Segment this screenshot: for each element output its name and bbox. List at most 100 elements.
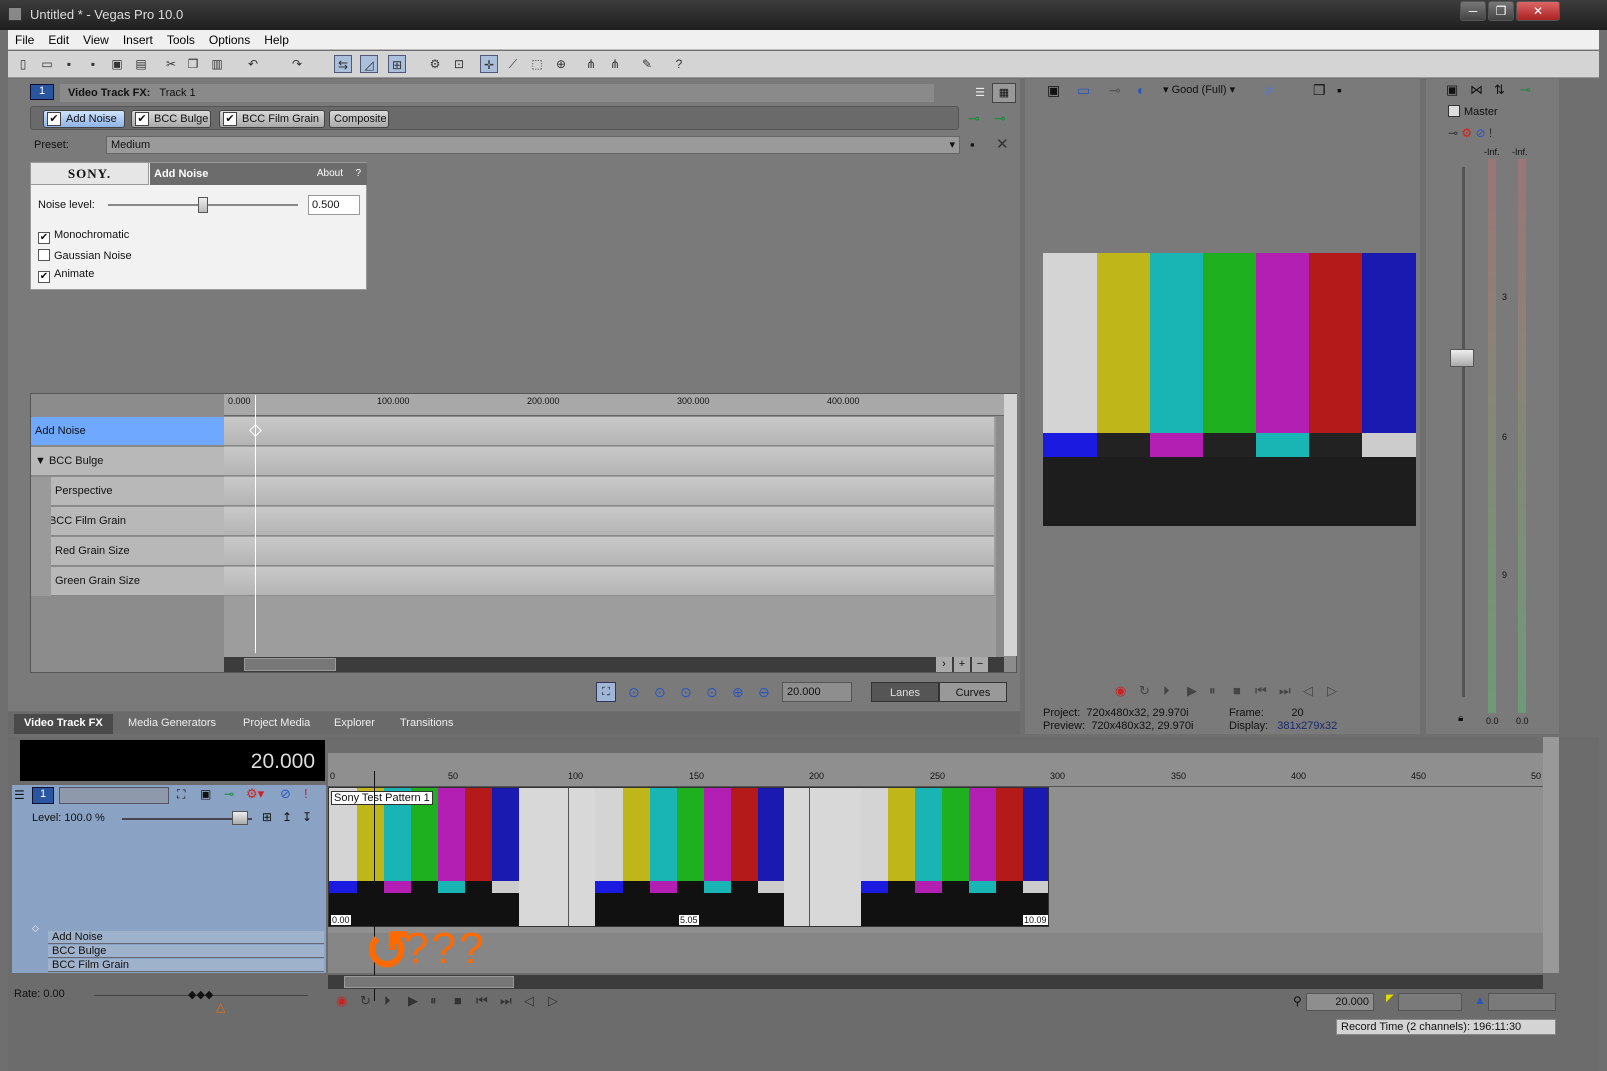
menu-tools[interactable]: Tools: [160, 30, 202, 49]
pause-icon[interactable]: ⏸: [430, 993, 437, 1009]
quality-dropdown[interactable]: ▾ Good (Full) ▾: [1163, 83, 1235, 96]
chain-checkbox[interactable]: ✔: [47, 112, 61, 126]
keyframe-ruler[interactable]: 0.000 100.000 200.000 300.000 400.000: [224, 394, 1004, 416]
first-keyframe-icon[interactable]: ⊙: [628, 684, 640, 701]
timeline-vertical-scrollbar[interactable]: [1543, 737, 1559, 973]
plugin-chain-icon[interactable]: ⊸: [968, 110, 980, 127]
record-icon[interactable]: ◉: [336, 993, 347, 1009]
make-child-icon[interactable]: ↧: [302, 810, 312, 824]
kf-row-red-grain-size[interactable]: Red Grain Size: [51, 537, 224, 566]
mixer-gear-icon[interactable]: ⚙: [1461, 126, 1472, 140]
menu-options[interactable]: Options: [202, 30, 257, 49]
go-to-end-icon[interactable]: ⏭: [500, 993, 512, 1009]
normal-edit-tool-icon[interactable]: ✛: [480, 55, 498, 73]
go-to-end-icon[interactable]: ⏭: [1279, 683, 1291, 699]
track-name-input[interactable]: [59, 787, 169, 804]
help-link[interactable]: ?: [355, 163, 361, 185]
video-clip[interactable]: Sony Test Pattern 1 0.00 5.05 10.09: [328, 787, 1049, 927]
gear-icon[interactable]: ⚙▾: [246, 786, 264, 802]
zoom-tool-icon[interactable]: ⊕: [552, 55, 570, 73]
solo-icon[interactable]: !: [304, 786, 308, 801]
loop-icon[interactable]: ↻: [1139, 683, 1150, 699]
scroll-right-icon[interactable]: ›: [936, 657, 952, 672]
menu-view[interactable]: View: [76, 30, 116, 49]
menu-insert[interactable]: Insert: [116, 30, 160, 49]
keyframe-lanes[interactable]: [224, 395, 996, 657]
auto-ripple-icon[interactable]: ⋔: [606, 55, 624, 73]
gaussian-noise-checkbox[interactable]: Gaussian Noise: [38, 249, 132, 262]
external-monitor-icon[interactable]: ▭: [1077, 82, 1090, 99]
chain-bcc-bulge[interactable]: ✔ BCC Bulge: [131, 110, 211, 128]
checkbox-box[interactable]: [38, 249, 50, 261]
menu-file[interactable]: File: [8, 30, 41, 49]
envelope-tool-icon[interactable]: ⟋: [504, 55, 522, 73]
copy-snapshot-icon[interactable]: ❐: [1313, 82, 1326, 99]
selection-tool-icon[interactable]: ⬚: [528, 55, 546, 73]
curves-button[interactable]: Curves: [939, 682, 1007, 702]
paste-icon[interactable]: ▥: [208, 55, 226, 73]
next-keyframe-icon[interactable]: ⊙: [680, 684, 692, 701]
chain-checkbox[interactable]: ✔: [223, 112, 237, 126]
track-fx-row[interactable]: BCC Film Grain: [48, 959, 324, 972]
timeline-horizontal-scrollbar[interactable]: [328, 975, 1543, 989]
preview-fx-icon[interactable]: ⊸: [1109, 82, 1121, 99]
compositing-icon[interactable]: ▣: [200, 787, 211, 801]
selection-time-input[interactable]: [1398, 993, 1462, 1011]
mute-icon[interactable]: ⊘: [280, 786, 291, 802]
master-fx-icon[interactable]: ⊸: [1520, 82, 1531, 98]
chain-composite[interactable]: Composite: [329, 110, 389, 128]
track-lane[interactable]: Sony Test Pattern 1 0.00 5.05 10.09 ↺ ??…: [328, 771, 1543, 1001]
play-icon[interactable]: ▶: [408, 993, 418, 1009]
remove-plugin-icon[interactable]: ⊸: [994, 110, 1006, 127]
preset-dropdown[interactable]: Medium ▾: [106, 136, 960, 154]
track-level-thumb[interactable]: [232, 811, 248, 825]
play-icon[interactable]: ▶: [1187, 683, 1197, 699]
kf-scroll-thumb[interactable]: [244, 658, 336, 671]
stop-icon[interactable]: ■: [454, 993, 462, 1008]
render-icon[interactable]: ▣: [108, 55, 126, 73]
tab-project-media[interactable]: Project Media: [233, 714, 320, 734]
pause-icon[interactable]: ⏸: [1209, 683, 1216, 699]
cursor-time-input[interactable]: 20.000: [1306, 993, 1374, 1011]
menu-help[interactable]: Help: [257, 30, 296, 49]
app-icon[interactable]: [8, 7, 22, 21]
time-display[interactable]: 20.000: [20, 740, 325, 781]
tab-transitions[interactable]: Transitions: [390, 714, 463, 734]
new-icon[interactable]: ▯: [14, 55, 32, 73]
split-screen-icon[interactable]: ◐: [1137, 82, 1145, 98]
timeline-ruler[interactable]: 0 50 100 150 200 250 300 350 400 450 50: [328, 753, 1543, 787]
loop-icon[interactable]: ↻: [360, 993, 371, 1009]
save-preset-icon[interactable]: ▪: [970, 137, 975, 152]
save-snapshot-icon[interactable]: ▪: [1337, 82, 1342, 98]
auto-crossfade-icon[interactable]: ⊞: [388, 55, 406, 73]
kf-row-bcc-film-grain[interactable]: ▼ BCC Film Grain: [31, 507, 224, 536]
enable-snapping-icon[interactable]: ⋔: [582, 55, 600, 73]
track-fx-row[interactable]: BCC Bulge: [48, 945, 324, 958]
save-as-icon[interactable]: ▪: [84, 55, 102, 73]
monochromatic-checkbox[interactable]: ✔ Monochromatic: [38, 229, 129, 244]
minimize-button[interactable]: ─: [1460, 1, 1486, 21]
undo-icon[interactable]: ↶: [244, 55, 262, 73]
prev-keyframe-icon[interactable]: ⊙: [654, 684, 666, 701]
grid-view-icon[interactable]: ▦: [992, 83, 1016, 103]
master-bus-checkbox[interactable]: [1448, 105, 1460, 117]
master-fader-track[interactable]: [1462, 167, 1465, 697]
mixer-properties-icon[interactable]: ▣: [1446, 82, 1458, 98]
stop-icon[interactable]: ■: [1233, 683, 1241, 698]
redo-icon[interactable]: ↷: [288, 55, 306, 73]
bypass-icon[interactable]: ⊞: [262, 810, 272, 824]
kf-horizontal-scrollbar[interactable]: › + −: [224, 657, 1004, 672]
mixer-solo-icon[interactable]: !: [1489, 126, 1492, 140]
lanes-button[interactable]: Lanes: [871, 682, 939, 702]
noise-level-input[interactable]: 0.500: [308, 195, 360, 215]
lock-icon[interactable]: 🔒︎: [1458, 713, 1463, 724]
go-to-start-icon[interactable]: ⏮: [1255, 683, 1267, 699]
ignore-grouping-icon[interactable]: ⊡: [450, 55, 468, 73]
prev-frame-icon[interactable]: ◁: [1303, 683, 1313, 699]
kf-row-green-grain-size[interactable]: Green Grain Size: [51, 567, 224, 596]
list-view-icon[interactable]: ☰: [970, 83, 990, 103]
noise-level-slider-thumb[interactable]: [198, 197, 208, 213]
zoom-in-icon[interactable]: +: [954, 657, 970, 672]
delete-preset-icon[interactable]: ✕: [996, 135, 1009, 153]
about-link[interactable]: About: [317, 163, 343, 185]
